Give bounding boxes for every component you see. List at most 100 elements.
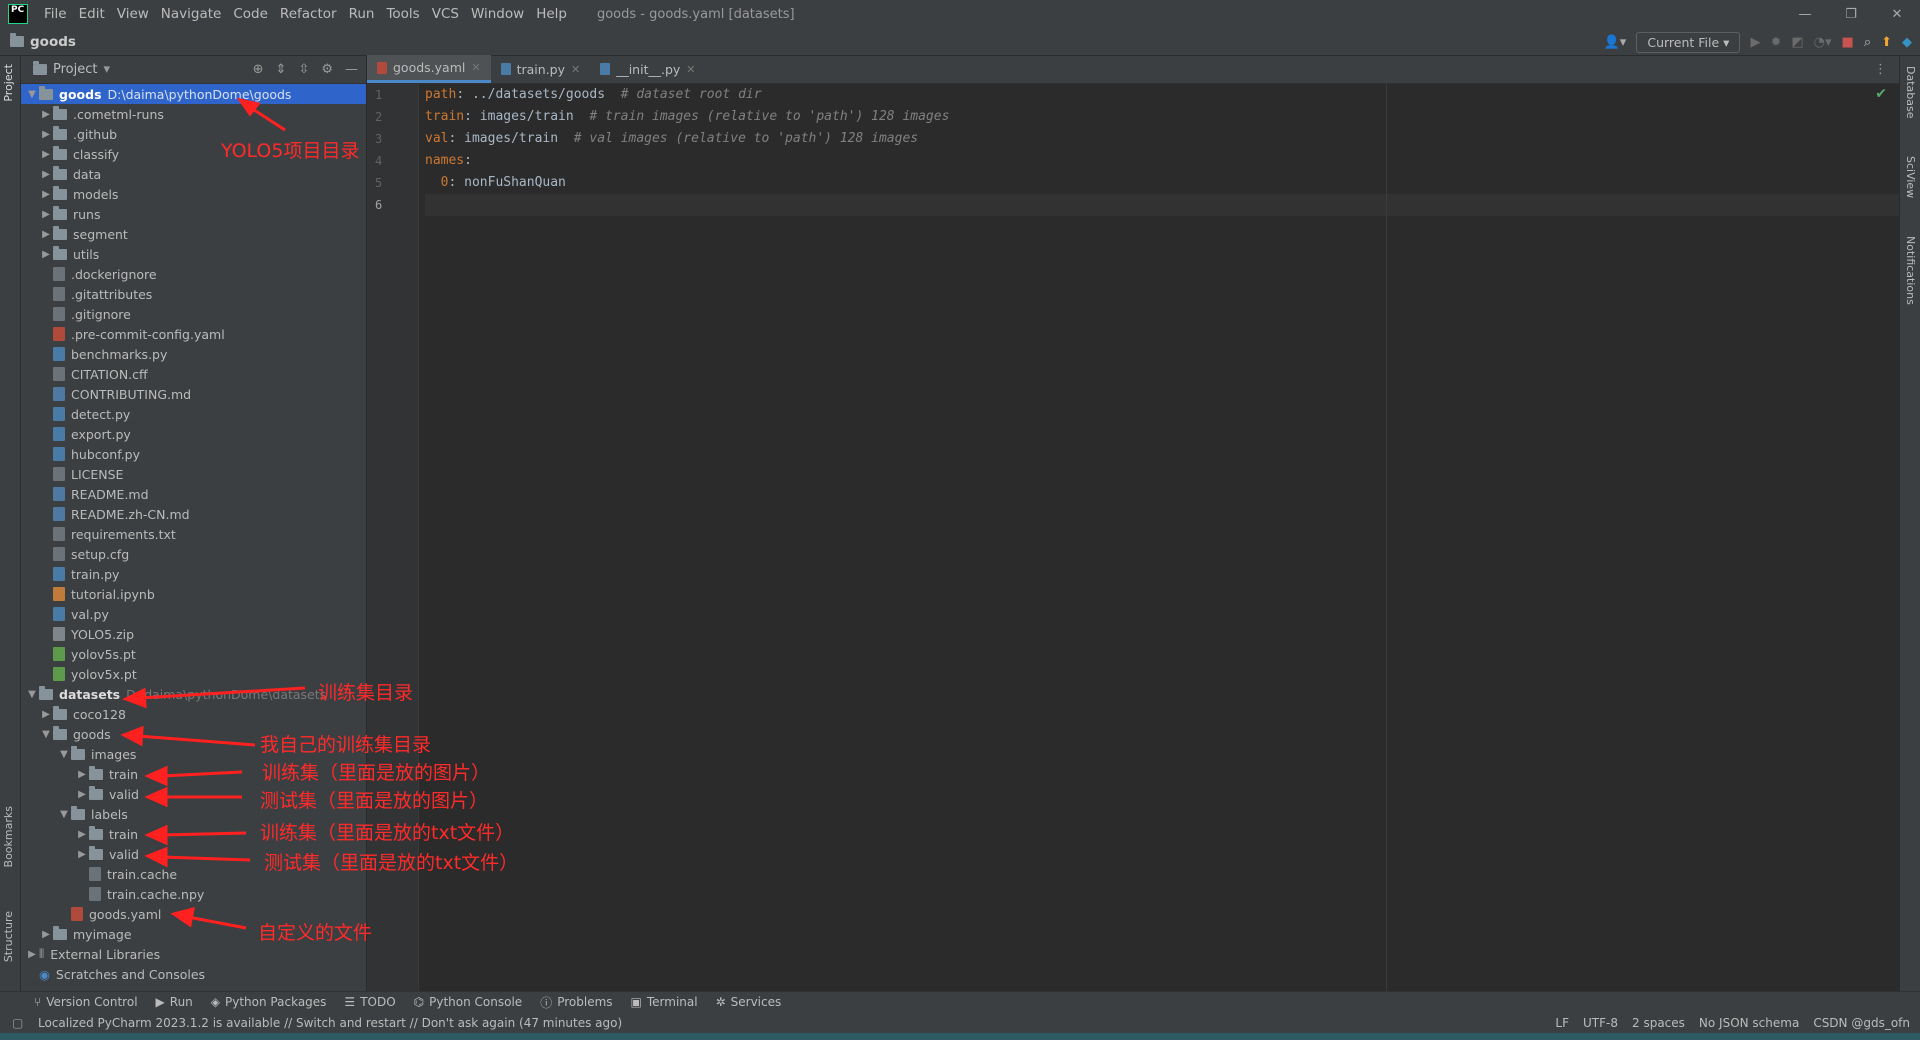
chevron-right-icon[interactable]: ▶ [39, 129, 53, 140]
tree-item[interactable]: val.py [21, 604, 366, 624]
chevron-right-icon[interactable]: ▶ [75, 829, 89, 840]
tree-item[interactable]: yolov5x.pt [21, 664, 366, 684]
collapse-all-icon[interactable]: ⇳ [298, 62, 309, 77]
tree-item[interactable]: setup.cfg [21, 544, 366, 564]
notifications-tool-button[interactable]: Notifications [1904, 236, 1917, 305]
tree-item[interactable]: .pre-commit-config.yaml [21, 324, 366, 344]
tree-item[interactable]: README.zh-CN.md [21, 504, 366, 524]
chevron-right-icon[interactable]: ▶ [39, 249, 53, 260]
tree-item[interactable]: benchmarks.py [21, 344, 366, 364]
chevron-down-icon[interactable]: ▼ [39, 729, 53, 740]
update-icon[interactable]: ⬆ [1881, 35, 1892, 50]
menu-code[interactable]: Code [227, 6, 274, 22]
menu-help[interactable]: Help [530, 6, 573, 22]
menu-vcs[interactable]: VCS [426, 6, 465, 22]
close-icon[interactable]: ✕ [571, 63, 580, 76]
todo-button[interactable]: ☰ TODO [344, 995, 395, 1009]
tree-item[interactable]: requirements.txt [21, 524, 366, 544]
chevron-right-icon[interactable]: ▶ [39, 209, 53, 220]
chevron-right-icon[interactable]: ▶ [39, 709, 53, 720]
chevron-right-icon[interactable]: ▶ [75, 849, 89, 860]
menu-run[interactable]: Run [343, 6, 381, 22]
tree-item[interactable]: .gitattributes [21, 284, 366, 304]
tree-item[interactable]: README.md [21, 484, 366, 504]
indent-status[interactable]: 2 spaces [1632, 1016, 1685, 1030]
tree-item[interactable]: ▶ .cometml-runs [21, 104, 366, 124]
tree-item[interactable]: CONTRIBUTING.md [21, 384, 366, 404]
bookmarks-tool-button[interactable]: Bookmarks [2, 806, 15, 867]
code-line[interactable]: val: images/train # val images (relative… [425, 128, 1899, 150]
tree-item[interactable]: train.py [21, 564, 366, 584]
code-text-area[interactable]: path: ../datasets/goods # dataset root d… [425, 84, 1899, 991]
chevron-down-icon[interactable]: ▼ [25, 89, 39, 100]
tab-init-py[interactable]: __init__.py ✕ [590, 55, 705, 83]
search-icon[interactable]: ⌕ [1864, 35, 1871, 50]
project-tool-button[interactable]: Project [2, 64, 15, 102]
chevron-down-icon[interactable]: ▼ [25, 689, 39, 700]
code-line[interactable]: 0: nonFuShanQuan [425, 172, 1899, 194]
code-line-current[interactable] [425, 194, 1899, 216]
more-options-icon[interactable]: ⋮ [1874, 62, 1899, 83]
tree-item[interactable]: train.cache.npy [21, 884, 366, 904]
tree-item[interactable]: export.py [21, 424, 366, 444]
tree-item[interactable]: detect.py [21, 404, 366, 424]
run-configuration-select[interactable]: Current File ▾ [1636, 31, 1741, 53]
code-line[interactable]: names: [425, 150, 1899, 172]
menu-refactor[interactable]: Refactor [274, 6, 343, 22]
breadcrumb[interactable]: goods [10, 33, 76, 50]
tree-item[interactable]: ▶ utils [21, 244, 366, 264]
version-control-button[interactable]: ⑂ Version Control [34, 995, 138, 1009]
status-window-icon[interactable]: ▢ [12, 1016, 23, 1030]
database-tool-button[interactable]: Database [1904, 66, 1917, 119]
expand-all-icon[interactable]: ⇕ [276, 62, 287, 77]
stop-icon[interactable]: ■ [1842, 35, 1854, 50]
tree-item-scratches[interactable]: ◉ Scratches and Consoles [21, 964, 366, 984]
terminal-button[interactable]: ▣ Terminal [631, 995, 698, 1009]
python-console-button[interactable]: ⌬ Python Console [414, 995, 523, 1009]
tree-item[interactable]: CITATION.cff [21, 364, 366, 384]
chevron-right-icon[interactable]: ▶ [39, 929, 53, 940]
tree-item[interactable]: yolov5s.pt [21, 644, 366, 664]
debug-icon[interactable]: ✹ [1770, 35, 1781, 50]
json-schema-status[interactable]: No JSON schema [1699, 1016, 1799, 1030]
chevron-right-icon[interactable]: ▶ [39, 169, 53, 180]
tab-goods-yaml[interactable]: goods.yaml ✕ [367, 55, 491, 83]
coverage-icon[interactable]: ◩ [1791, 35, 1803, 50]
chevron-right-icon[interactable]: ▶ [39, 109, 53, 120]
tree-item[interactable]: ▶ models [21, 184, 366, 204]
tree-item[interactable]: .gitignore [21, 304, 366, 324]
chevron-right-icon[interactable]: ▶ [39, 149, 53, 160]
chevron-right-icon[interactable]: ▶ [39, 229, 53, 240]
problems-button[interactable]: ⓘ Problems [540, 994, 612, 1011]
checkmark-icon[interactable]: ✔ [1875, 86, 1887, 102]
tree-item[interactable]: ▶ runs [21, 204, 366, 224]
chevron-right-icon[interactable]: ▶ [75, 789, 89, 800]
tree-root-datasets[interactable]: ▼ datasets D:\daima\pythonDome\datasets [21, 684, 366, 704]
chevron-right-icon[interactable]: ▶ [25, 949, 39, 960]
run-button[interactable]: ▶ Run [156, 995, 193, 1009]
chevron-down-icon[interactable]: ▼ [57, 749, 71, 760]
restore-icon[interactable]: ❐ [1828, 0, 1874, 28]
encoding-status[interactable]: UTF-8 [1583, 1016, 1618, 1030]
close-icon[interactable]: ✕ [471, 61, 480, 74]
tree-item[interactable]: ▶ coco128 [21, 704, 366, 724]
minimize-icon[interactable]: — [1782, 0, 1828, 28]
menu-window[interactable]: Window [465, 6, 530, 22]
tree-item[interactable]: LICENSE [21, 464, 366, 484]
menu-file[interactable]: File [38, 6, 73, 22]
tree-item[interactable]: .dockerignore [21, 264, 366, 284]
tree-item[interactable]: YOLO5.zip [21, 624, 366, 644]
locate-icon[interactable]: ⊕ [253, 62, 264, 77]
close-icon[interactable]: ✕ [686, 63, 695, 76]
jetbrains-ai-icon[interactable]: ◆ [1902, 35, 1912, 50]
tab-train-py[interactable]: train.py ✕ [491, 55, 591, 83]
menu-tools[interactable]: Tools [380, 6, 425, 22]
user-icon[interactable]: 👤▾ [1604, 35, 1627, 50]
menu-navigate[interactable]: Navigate [155, 6, 228, 22]
line-separator-status[interactable]: LF [1555, 1016, 1569, 1030]
hide-icon[interactable]: — [345, 62, 358, 77]
tree-item[interactable]: tutorial.ipynb [21, 584, 366, 604]
sciview-tool-button[interactable]: SciView [1904, 156, 1917, 198]
status-message[interactable]: Localized PyCharm 2023.1.2 is available … [38, 1016, 622, 1030]
profile-icon[interactable]: ◔▾ [1814, 35, 1832, 50]
